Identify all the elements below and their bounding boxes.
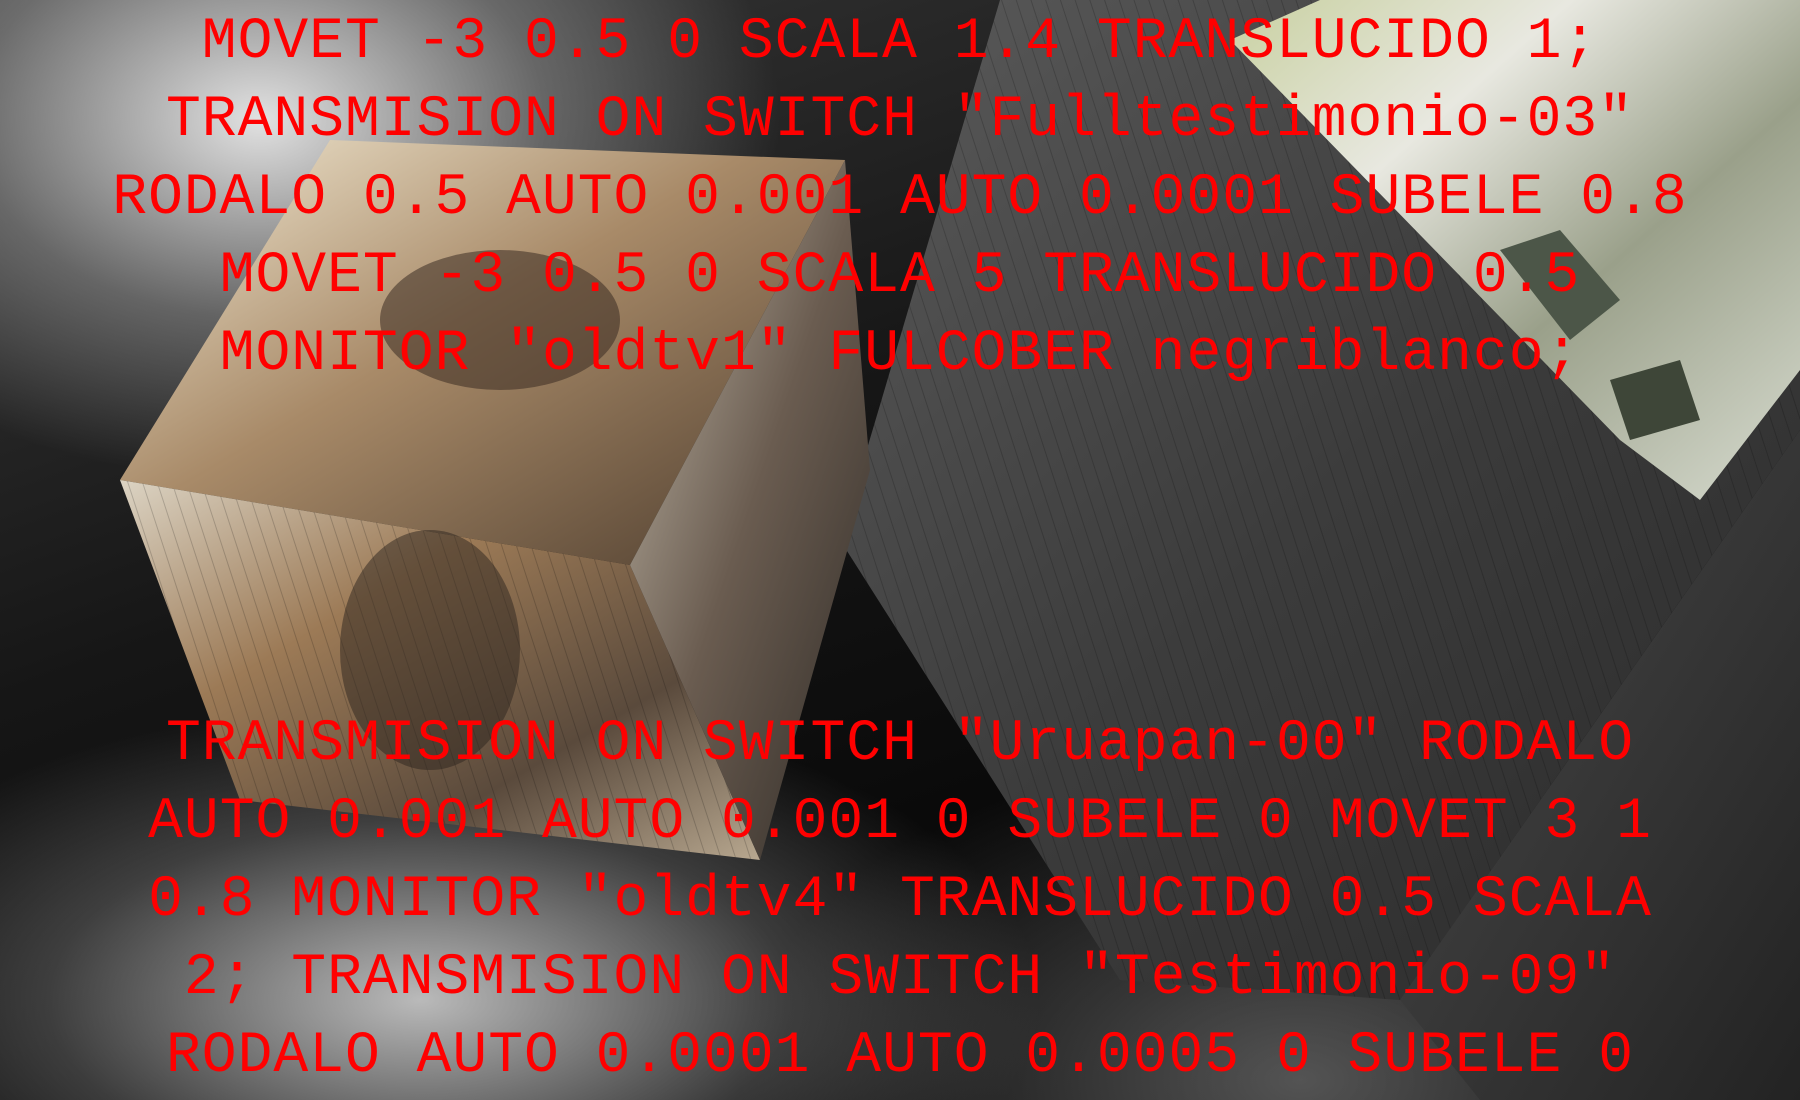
dark-cube bbox=[840, 0, 1800, 1100]
textured-cube bbox=[120, 140, 870, 860]
scene-artwork bbox=[120, 0, 1800, 1100]
render-canvas: MOVET -3 0.5 0 SCALA 1.4 TRANSLUCIDO 1; … bbox=[0, 0, 1800, 1100]
